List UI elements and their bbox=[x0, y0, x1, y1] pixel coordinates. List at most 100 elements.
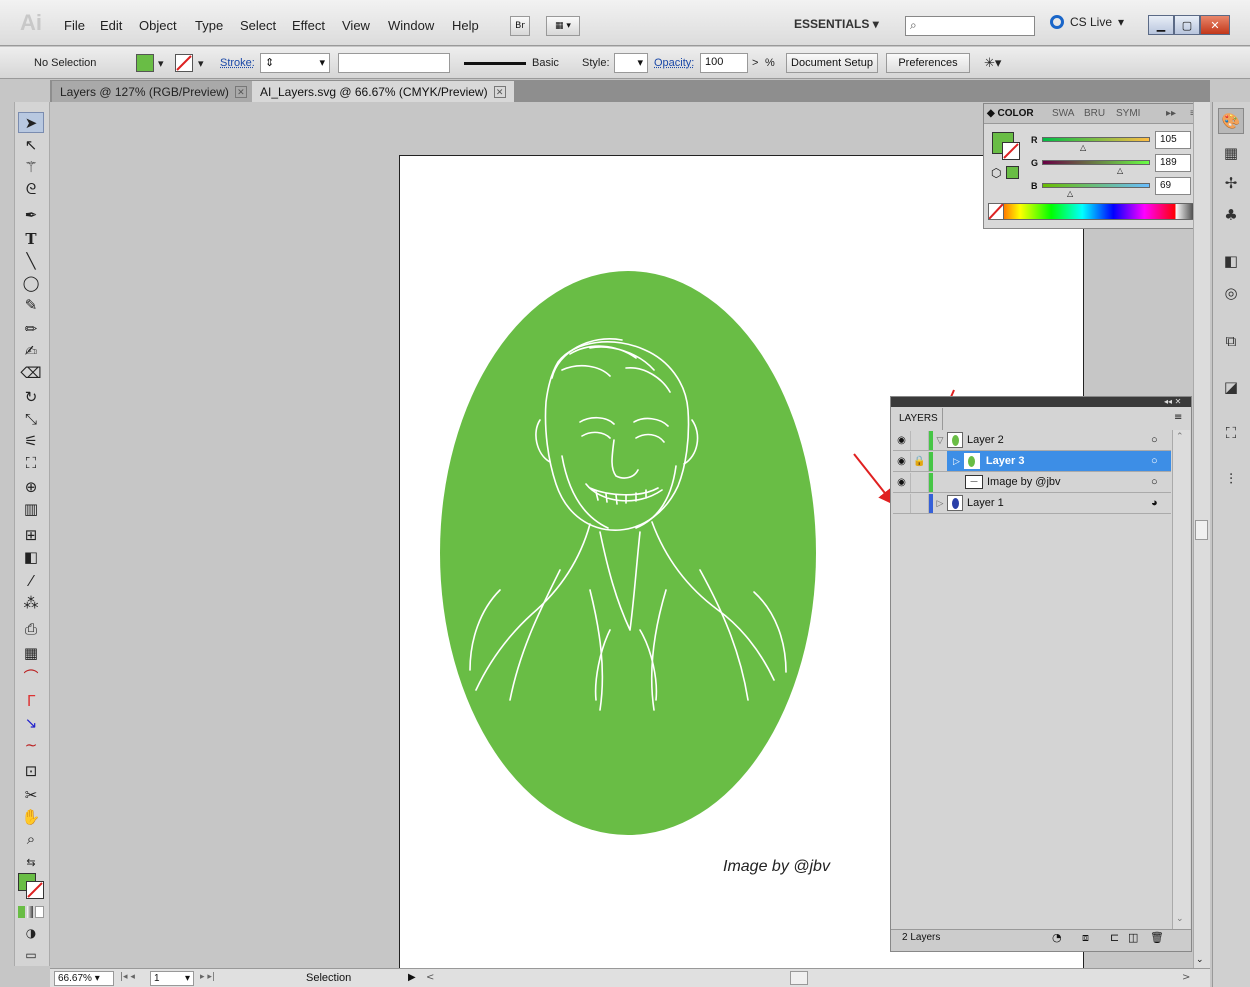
drawing-mode-icon[interactable]: ◑ bbox=[18, 922, 44, 943]
horizontal-scroll-thumb[interactable] bbox=[790, 971, 808, 985]
blob-brush-tool-icon[interactable]: ✍ bbox=[18, 340, 44, 361]
green-value[interactable]: 189 bbox=[1155, 154, 1191, 172]
smooth-tool-icon[interactable]: ∼ bbox=[18, 734, 44, 755]
layer-name[interactable]: Layer 2 bbox=[967, 434, 1151, 446]
convert-anchor-tool-icon[interactable]: ↘ bbox=[18, 712, 44, 733]
color-panel-icon[interactable]: 🎨 bbox=[1218, 108, 1244, 134]
locate-object-icon[interactable]: ◔ bbox=[1052, 931, 1062, 944]
lasso-tool-icon[interactable]: ᘓ bbox=[18, 178, 44, 199]
tab-swatches[interactable]: SWA bbox=[1052, 108, 1074, 124]
target-circle-icon[interactable]: ○ bbox=[1151, 455, 1171, 467]
out-of-web-gamut-icon[interactable]: ⬡ bbox=[991, 166, 1001, 180]
selection-tool-icon[interactable]: ➤ bbox=[18, 112, 44, 133]
tab-layers-document[interactable]: Layers @ 127% (RGB/Preview) ✕ bbox=[52, 81, 255, 102]
symbols-panel-icon[interactable]: ♣ bbox=[1218, 202, 1244, 228]
visibility-eye-icon[interactable]: ◉ bbox=[893, 472, 911, 492]
search-input[interactable]: ⌕ bbox=[905, 16, 1035, 36]
menu-edit[interactable]: Edit bbox=[100, 18, 122, 33]
artboard-tool-icon[interactable]: ⊡ bbox=[18, 760, 44, 781]
layers-scrollbar[interactable] bbox=[1172, 430, 1190, 930]
target-circle-filled-icon[interactable]: ◕ bbox=[1151, 497, 1171, 509]
line-tool-icon[interactable]: ╲ bbox=[18, 250, 44, 271]
paintbrush-tool-icon[interactable]: ✎ bbox=[18, 294, 44, 315]
status-menu-icon[interactable]: ▶ bbox=[408, 972, 416, 983]
zoom-tool-icon[interactable]: ⌕ bbox=[18, 828, 44, 849]
current-tool-status[interactable]: Selection bbox=[306, 972, 351, 984]
scroll-right-icon[interactable]: > bbox=[1182, 972, 1190, 983]
style-dropdown[interactable]: ▾ bbox=[614, 53, 648, 73]
stroke-label[interactable]: Stroke: bbox=[220, 57, 255, 69]
workspace-switcher[interactable]: ESSENTIALS ▾ bbox=[794, 17, 879, 31]
pencil-tool-icon[interactable]: ✏ bbox=[18, 318, 44, 339]
tab-ai-layers-svg[interactable]: AI_Layers.svg @ 66.67% (CMYK/Preview) ✕ bbox=[252, 81, 514, 102]
vertical-scroll-thumb[interactable] bbox=[1195, 520, 1208, 540]
opacity-label[interactable]: Opacity: bbox=[654, 57, 694, 69]
cs-live-button[interactable]: CS Live ▾ bbox=[1050, 15, 1124, 29]
magic-wand-icon[interactable]: ✳▾ bbox=[984, 55, 1001, 71]
zoom-dropdown-icon[interactable]: ▾ bbox=[95, 973, 100, 984]
layer-row-layer-3[interactable]: ◉ 🔒 ▷ Layer 3 ○ bbox=[893, 451, 1171, 472]
arc-tool-icon[interactable]: ⌒ bbox=[18, 666, 44, 687]
magic-wand-tool-icon[interactable]: ⚚ bbox=[18, 156, 44, 177]
width-tool-icon[interactable]: ⚟ bbox=[18, 430, 44, 451]
tab-brushes[interactable]: BRU bbox=[1084, 108, 1105, 124]
target-circle-icon[interactable]: ○ bbox=[1151, 476, 1171, 488]
free-transform-tool-icon[interactable]: ⛶ bbox=[18, 452, 44, 473]
green-slider-thumb-icon[interactable]: △ bbox=[1117, 166, 1123, 175]
layer-name[interactable]: Layer 3 bbox=[986, 455, 1151, 467]
stroke-color-box[interactable] bbox=[26, 881, 44, 899]
swatches-panel-icon[interactable]: ▦ bbox=[1218, 140, 1244, 166]
tab-close-icon[interactable]: ✕ bbox=[234, 85, 247, 98]
target-circle-icon[interactable]: ○ bbox=[1151, 434, 1171, 446]
opacity-field[interactable]: 100 bbox=[700, 53, 748, 73]
scroll-down-icon[interactable]: ⌄ bbox=[1176, 914, 1184, 924]
layer-row-image-by-jbv[interactable]: ◉ — Image by @jbv ○ bbox=[893, 472, 1171, 493]
fill-swatch[interactable] bbox=[136, 54, 154, 72]
visibility-eye-icon[interactable]: ◉ bbox=[893, 451, 911, 471]
lock-toggle[interactable] bbox=[911, 472, 929, 492]
green-slider[interactable] bbox=[1042, 160, 1150, 165]
selected-layer-highlight[interactable]: ▷ Layer 3 ○ bbox=[947, 451, 1171, 471]
appearance-panel-icon[interactable]: ◎ bbox=[1218, 280, 1244, 306]
preferences-button[interactable]: Preferences bbox=[886, 53, 970, 73]
layer-name[interactable]: Layer 1 bbox=[967, 497, 1151, 509]
direct-selection-tool-icon[interactable]: ↖ bbox=[18, 134, 44, 155]
ellipse-tool-icon[interactable]: ◯ bbox=[18, 272, 44, 293]
menu-window[interactable]: Window bbox=[388, 18, 434, 33]
align-panel-icon[interactable]: ⫶ bbox=[1218, 466, 1244, 492]
portrait-artwork[interactable] bbox=[440, 270, 820, 838]
menu-file[interactable]: File bbox=[64, 18, 85, 33]
gradient-tool-icon[interactable]: ◧ bbox=[18, 546, 44, 567]
scale-tool-icon[interactable]: ⤡ bbox=[18, 408, 44, 429]
layer-row-layer-1[interactable]: ▷ Layer 1 ◕ bbox=[893, 493, 1171, 514]
color-mode-buttons[interactable] bbox=[18, 906, 45, 918]
menu-object[interactable]: Object bbox=[139, 18, 177, 33]
pen-tool-icon[interactable]: ✒ bbox=[18, 204, 44, 225]
artboards-panel-icon[interactable]: ⛶ bbox=[1218, 420, 1244, 446]
bridge-button[interactable]: Br bbox=[510, 16, 530, 36]
panel-collapse-icon[interactable]: ◂◂ ✕ bbox=[1164, 397, 1181, 406]
tab-layers[interactable]: LAYERS bbox=[893, 408, 943, 430]
new-layer-icon[interactable]: ◫ bbox=[1128, 931, 1138, 944]
panel-expand-icon[interactable]: ▸▸ bbox=[1166, 108, 1176, 124]
variable-width-profile[interactable] bbox=[338, 53, 450, 73]
maximize-button[interactable]: ▢ bbox=[1174, 15, 1200, 35]
stroke-weight-field[interactable]: ⇕ ▾ bbox=[260, 53, 330, 73]
layers-panel-header-bar[interactable] bbox=[891, 397, 1191, 407]
slice-tool-icon[interactable]: ✂ bbox=[18, 784, 44, 805]
menu-view[interactable]: View bbox=[342, 18, 370, 33]
gradient-panel-icon[interactable]: ◧ bbox=[1218, 248, 1244, 274]
artboard-number-field[interactable]: 1 ▾ bbox=[150, 971, 194, 986]
delete-layer-icon[interactable]: 🗑 bbox=[1150, 931, 1164, 944]
pathfinder-panel-icon[interactable]: ◪ bbox=[1218, 374, 1244, 400]
red-slider-thumb-icon[interactable]: △ bbox=[1080, 143, 1086, 152]
layer-name[interactable]: Image by @jbv bbox=[987, 476, 1151, 488]
web-safe-swatch[interactable] bbox=[1006, 166, 1019, 179]
opacity-flyout-icon[interactable]: > bbox=[752, 57, 758, 69]
lock-toggle[interactable] bbox=[911, 493, 929, 513]
lock-toggle[interactable] bbox=[911, 430, 929, 450]
type-tool-icon[interactable]: T bbox=[18, 228, 44, 249]
rotate-tool-icon[interactable]: ↻ bbox=[18, 386, 44, 407]
tab-close-icon[interactable]: ✕ bbox=[493, 85, 506, 98]
blue-slider-thumb-icon[interactable]: △ bbox=[1067, 189, 1073, 198]
